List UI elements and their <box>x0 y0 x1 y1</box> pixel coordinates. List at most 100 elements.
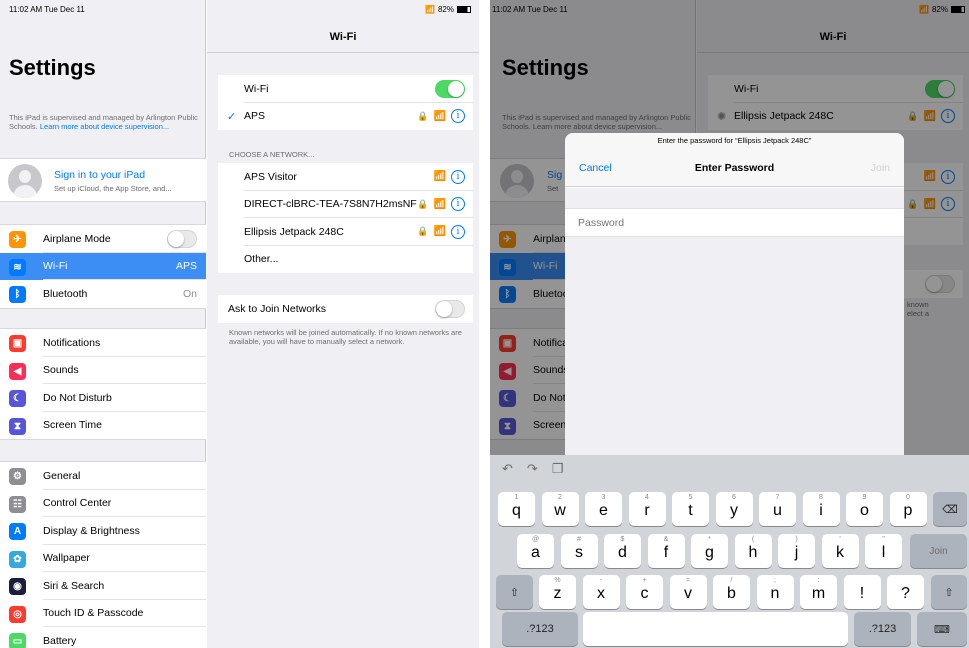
key-p[interactable]: 0p <box>889 492 927 526</box>
key-j[interactable]: ) j <box>778 534 815 568</box>
key-label: q <box>512 502 521 519</box>
info-icon[interactable]: i <box>451 169 465 184</box>
key-b[interactable]: / b <box>713 575 750 609</box>
sidebar-item-siri[interactable]: ◉ Siri & Search <box>0 572 206 600</box>
status-right: 📶 82% <box>425 0 471 18</box>
nav-title: Wi-Fi <box>329 31 357 43</box>
network-list: APS Visitor 📶 i DIRECT-clBRC-TEA-7S8N7H2msN… <box>218 163 473 273</box>
shift-key-left[interactable]: ⇧ <box>496 575 533 609</box>
key-l[interactable]: " l <box>865 534 902 568</box>
sidebar-item-value: On <box>182 287 197 300</box>
network-row[interactable]: DIRECT-clBRC-TEA-7S8N7H2msNF 🔒 📶 i <box>218 191 473 218</box>
dismiss-keyboard-key[interactable]: ⌨ <box>917 612 967 646</box>
sidebar-item-wifi[interactable]: ≋ Wi-Fi APS <box>0 252 206 280</box>
sidebar-item-wallpaper[interactable]: ✿ Wallpaper <box>0 545 206 572</box>
key-w[interactable]: 2w <box>541 492 579 526</box>
sign-in-row[interactable]: Sign in to your iPad Set up iCloud, the … <box>0 158 206 202</box>
key-y[interactable]: 6y <box>715 492 753 526</box>
ask-to-join-toggle[interactable] <box>435 299 465 318</box>
sidebar-item-notifications[interactable]: ▣ Notifications <box>0 329 206 357</box>
wifi-icon: 📶 <box>425 4 435 14</box>
key-alt-label: 3 <box>601 494 606 501</box>
key-q[interactable]: 1q <box>498 492 535 526</box>
key-i[interactable]: 8i <box>802 492 840 526</box>
sidebar-item-fingerprint[interactable]: ◎ Touch ID & Passcode <box>0 600 206 627</box>
redo-icon[interactable]: ↷ <box>527 461 538 477</box>
screenshot-gap <box>479 0 490 648</box>
key-r[interactable]: 4r <box>628 492 666 526</box>
sidebar-item-label: Airplane Mode <box>43 232 111 245</box>
join-button[interactable]: Join <box>871 162 890 174</box>
fingerprint-icon: ◎ <box>9 605 26 623</box>
undo-icon[interactable]: ↶ <box>502 461 513 477</box>
password-field[interactable] <box>578 215 878 231</box>
sidebar-item-battery[interactable]: ▭ Battery <box>0 627 206 648</box>
key-label: s <box>575 544 583 561</box>
password-row <box>565 208 904 237</box>
key-u[interactable]: 7u <box>759 492 796 526</box>
key-exclamation[interactable]: ! <box>843 575 881 609</box>
sidebar-item-bluetooth[interactable]: ᛒ Bluetooth On <box>0 280 206 308</box>
key-label: i <box>819 502 823 519</box>
wifi-icon: ≋ <box>9 258 26 276</box>
sidebar-item-airplane[interactable]: ✈ Airplane Mode <box>0 225 206 253</box>
info-icon[interactable]: i <box>451 224 465 239</box>
airplane-mode-toggle[interactable] <box>167 229 197 248</box>
key-g[interactable]: * g <box>691 534 728 568</box>
connected-network-name: APS <box>244 110 266 123</box>
key-t[interactable]: 5t <box>672 492 709 526</box>
key-label: j <box>794 544 799 561</box>
sidebar-item-control-center[interactable]: ☷ Control Center <box>0 490 206 517</box>
key-c[interactable]: + c <box>626 575 663 609</box>
key-h[interactable]: (h <box>734 534 772 568</box>
password-prompt: Enter the password for “Ellipsis Jetpack… <box>565 133 904 149</box>
info-icon[interactable]: i <box>451 109 465 124</box>
key-alt-label: 8 <box>819 494 823 501</box>
ask-to-join-note: Known networks will be joined automatica… <box>229 328 462 346</box>
shift-key-right[interactable]: ⇧ <box>931 575 967 609</box>
key-label: h <box>748 544 758 561</box>
key-d[interactable]: $ d <box>604 534 641 568</box>
network-row[interactable]: Ellipsis Jetpack 248C 🔒 📶 i <box>218 218 473 246</box>
airplane-icon: ✈ <box>9 231 26 248</box>
key-n[interactable]: ; n <box>756 575 794 609</box>
sidebar-item-display[interactable]: A Display & Brightness <box>0 517 206 545</box>
key-a[interactable]: @ a <box>517 534 554 568</box>
page-title: Settings <box>9 55 96 80</box>
wifi-detail-pane: 📶 82% Wi-Fi Wi-Fi ✓ APS 🔒 📶 i CHOOSE A N… <box>207 0 479 648</box>
key-z[interactable]: % z <box>539 575 576 609</box>
sidebar-item-hourglass[interactable]: ⧗ Screen Time <box>0 412 206 440</box>
key-alt-label: & <box>663 536 669 543</box>
key-s[interactable]: # s <box>560 534 598 568</box>
sidebar-item-sounds[interactable]: ◀ Sounds <box>0 357 206 384</box>
key-alt-label: 1 <box>514 494 519 501</box>
key-label: ⇧ <box>944 586 954 599</box>
key-label: ? <box>901 585 910 602</box>
sidebar-item-label: General <box>43 469 81 482</box>
info-icon[interactable]: i <box>451 197 465 212</box>
key-v[interactable]: = v <box>669 575 707 609</box>
space-bar[interactable] <box>583 612 848 646</box>
key-o[interactable]: 9o <box>846 492 883 526</box>
key-m[interactable]: :m <box>800 575 837 609</box>
numbers-key-right[interactable]: .?123 <box>854 612 911 646</box>
backspace-key[interactable]: ⌫ <box>933 492 967 526</box>
key-question[interactable]: ? <box>887 575 924 609</box>
paste-icon[interactable]: ❐ <box>552 461 564 477</box>
sidebar-item-gear[interactable]: ⚙ General <box>0 462 206 490</box>
network-row[interactable]: Other... <box>218 246 473 274</box>
key-f[interactable]: & f <box>647 534 685 568</box>
sidebar-item-moon[interactable]: ☾ Do Not Disturb <box>0 384 206 412</box>
key-k[interactable]: ' k <box>821 534 859 568</box>
network-row[interactable]: APS Visitor 📶 i <box>218 163 473 191</box>
key-label: k <box>836 544 844 561</box>
key-e[interactable]: 3e <box>585 492 622 526</box>
key-x[interactable]: -x <box>582 575 620 609</box>
learn-more-link[interactable]: Learn more about device supervision... <box>40 122 169 131</box>
numbers-key-left[interactable]: .?123 <box>502 612 578 646</box>
connected-network-row[interactable]: ✓ APS 🔒 📶 i <box>218 103 473 131</box>
sidebar-item-label: Touch ID & Passcode <box>43 607 144 620</box>
wifi-toggle[interactable] <box>435 79 465 98</box>
key-label: u <box>773 502 782 519</box>
keyboard-join-key[interactable]: Join <box>910 534 967 568</box>
